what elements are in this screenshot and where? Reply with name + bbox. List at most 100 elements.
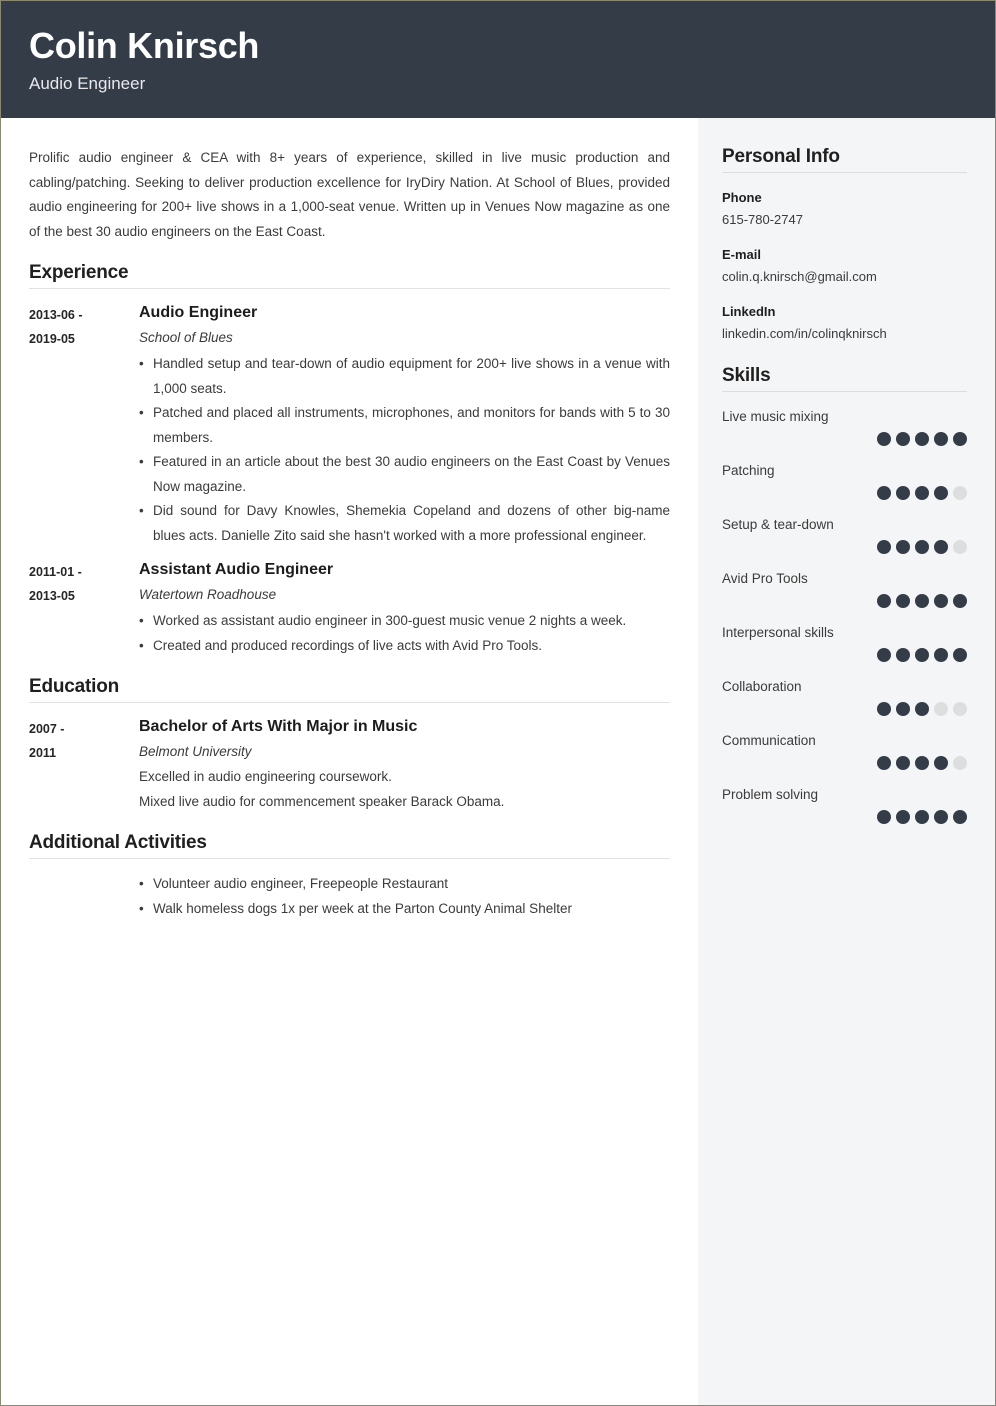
rating-dot-filled-icon [934, 594, 948, 608]
entry-date-end: 2019-05 [29, 332, 75, 346]
skill-rating-meter [722, 594, 967, 608]
resume-body: Prolific audio engineer & CEA with 8+ ye… [1, 118, 995, 1405]
rating-dot-filled-icon [877, 756, 891, 770]
skill-label: Patching [722, 463, 775, 478]
skill-label: Collaboration [722, 679, 802, 694]
rating-dot-filled-icon [896, 648, 910, 662]
rating-dot-filled-icon [934, 540, 948, 554]
entry-role-title: Audio Engineer [139, 304, 258, 321]
contact-value-email[interactable]: colin.q.knirsch@gmail.com [722, 266, 967, 288]
entry-content: Bachelor of Arts With Major in Music Bel… [139, 715, 670, 814]
rating-dot-filled-icon [896, 594, 910, 608]
rating-dot-filled-icon [896, 432, 910, 446]
contact-label-linkedin: LinkedIn [722, 304, 776, 319]
entry-bullet: Featured in an article about the best 30… [139, 450, 670, 499]
rating-dot-filled-icon [915, 702, 929, 716]
sidebar-column: Personal Info Phone 615-780-2747 E-mail … [698, 118, 995, 1405]
rating-dot-filled-icon [877, 648, 891, 662]
entry-date-range: 2007 - 2011 [29, 715, 139, 814]
rating-dot-filled-icon [896, 756, 910, 770]
rating-dot-filled-icon [896, 486, 910, 500]
section-divider [722, 172, 967, 173]
skill-row: Problem solving [722, 784, 967, 824]
skill-label: Communication [722, 733, 816, 748]
rating-dot-empty-icon [953, 486, 967, 500]
rating-dot-filled-icon [934, 486, 948, 500]
rating-dot-filled-icon [915, 756, 929, 770]
resume-page: Colin Knirsch Audio Engineer Prolific au… [0, 0, 996, 1406]
entry-date-range: 2011-01 - 2013-05 [29, 558, 139, 658]
education-entry: 2007 - 2011 Bachelor of Arts With Major … [29, 715, 670, 814]
contact-label-email: E-mail [722, 247, 762, 262]
entry-bullet: Did sound for Davy Knowles, Shemekia Cop… [139, 499, 670, 548]
skill-row: Setup & tear-down [722, 514, 967, 554]
rating-dot-filled-icon [953, 810, 967, 824]
entry-content: Assistant Audio Engineer Watertown Roadh… [139, 558, 670, 658]
entry-date-start: 2007 - [29, 722, 65, 736]
experience-entry: 2013-06 - 2019-05 Audio Engineer School … [29, 301, 670, 548]
rating-dot-filled-icon [915, 540, 929, 554]
main-column: Prolific audio engineer & CEA with 8+ ye… [1, 118, 698, 1405]
contact-value-phone: 615-780-2747 [722, 212, 803, 227]
skill-row: Collaboration [722, 676, 967, 716]
section-experience: Experience 2013-06 - 2019-05 Audio Engin… [29, 262, 670, 658]
rating-dot-filled-icon [896, 540, 910, 554]
section-heading-skills: Skills [722, 365, 771, 386]
rating-dot-filled-icon [877, 432, 891, 446]
rating-dot-filled-icon [934, 756, 948, 770]
rating-dot-empty-icon [953, 540, 967, 554]
rating-dot-empty-icon [953, 702, 967, 716]
experience-entry: 2011-01 - 2013-05 Assistant Audio Engine… [29, 558, 670, 658]
rating-dot-filled-icon [896, 810, 910, 824]
skill-label: Live music mixing [722, 409, 829, 424]
section-additional-activities: Additional Activities Volunteer audio en… [29, 832, 670, 921]
entry-organization: Watertown Roadhouse [139, 587, 277, 602]
professional-summary: Prolific audio engineer & CEA with 8+ ye… [29, 150, 670, 239]
rating-dot-filled-icon [934, 810, 948, 824]
entry-date-end: 2011 [29, 746, 57, 760]
skill-rating-meter [722, 486, 967, 500]
rating-dot-filled-icon [915, 810, 929, 824]
skill-rating-meter [722, 648, 967, 662]
degree-title: Bachelor of Arts With Major in Music [139, 718, 418, 735]
school-name: Belmont University [139, 744, 252, 759]
skill-row: Communication [722, 730, 967, 770]
section-skills: Skills Live music mixing Patching Setup & … [722, 365, 967, 824]
rating-dot-filled-icon [877, 810, 891, 824]
rating-dot-filled-icon [915, 486, 929, 500]
rating-dot-filled-icon [877, 486, 891, 500]
rating-dot-filled-icon [877, 540, 891, 554]
education-note: Mixed live audio for commencement speake… [139, 794, 505, 809]
skill-row: Live music mixing [722, 406, 967, 446]
activity-item: Walk homeless dogs 1x per week at the Pa… [139, 896, 670, 921]
skill-row: Avid Pro Tools [722, 568, 967, 608]
contact-label-phone: Phone [722, 190, 762, 205]
skill-label: Avid Pro Tools [722, 571, 808, 586]
rating-dot-empty-icon [953, 756, 967, 770]
skill-rating-meter [722, 540, 967, 554]
skill-label: Problem solving [722, 787, 819, 802]
skill-row: Patching [722, 460, 967, 500]
entry-content: Audio Engineer School of Blues Handled s… [139, 301, 670, 548]
section-heading-experience: Experience [29, 262, 129, 283]
rating-dot-filled-icon [915, 432, 929, 446]
rating-dot-filled-icon [953, 432, 967, 446]
activities-list: Volunteer audio engineer, Freepeople Res… [29, 871, 670, 921]
entry-role-title: Assistant Audio Engineer [139, 561, 334, 578]
skill-rating-meter [722, 432, 967, 446]
resume-header: Colin Knirsch Audio Engineer [1, 1, 995, 118]
rating-dot-filled-icon [877, 594, 891, 608]
entry-organization: School of Blues [139, 330, 233, 345]
section-heading-personal-info: Personal Info [722, 146, 840, 167]
activity-item: Volunteer audio engineer, Freepeople Res… [139, 871, 670, 896]
entry-date-start: 2013-06 - [29, 308, 83, 322]
rating-dot-filled-icon [915, 594, 929, 608]
skill-rating-meter [722, 810, 967, 824]
skill-label: Setup & tear-down [722, 517, 834, 532]
section-heading-education: Education [29, 676, 120, 697]
skill-rating-meter [722, 756, 967, 770]
contact-value-linkedin[interactable]: linkedin.com/in/colinqknirsch [722, 323, 967, 345]
rating-dot-filled-icon [877, 702, 891, 716]
entry-bullet: Created and produced recordings of live … [139, 634, 670, 659]
section-divider [29, 702, 670, 703]
